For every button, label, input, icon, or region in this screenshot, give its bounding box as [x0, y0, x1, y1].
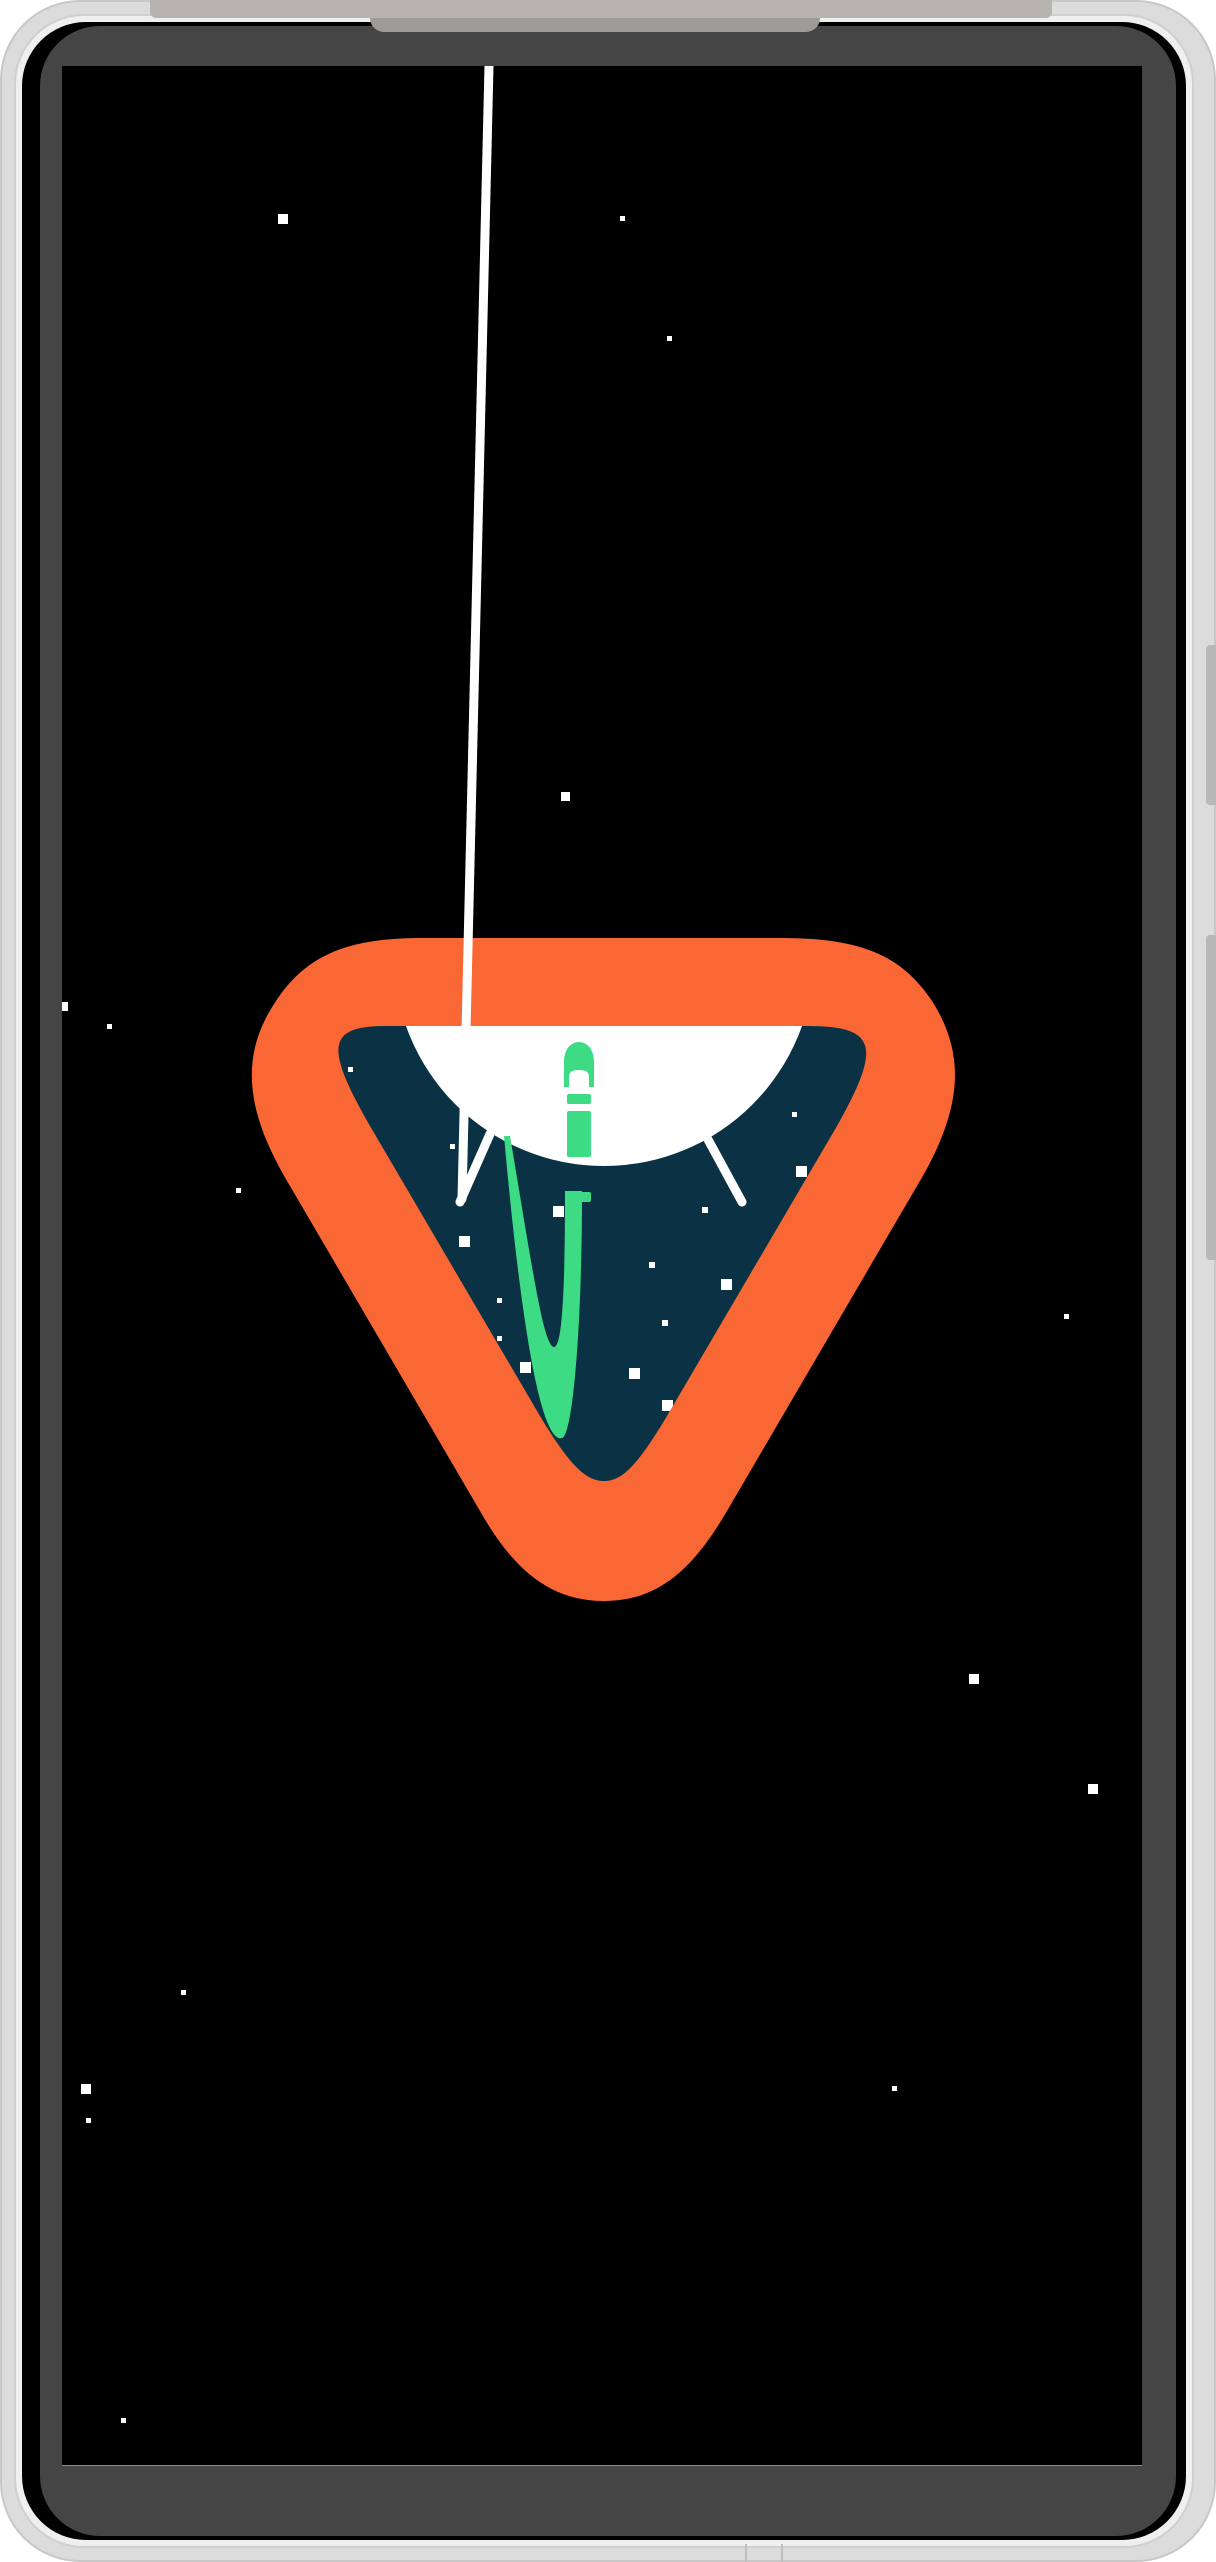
rocket-body [567, 1111, 591, 1157]
power-button [1206, 935, 1216, 1260]
rocket-tail [567, 1192, 591, 1202]
volume-button [1206, 645, 1216, 805]
gesture-area-line [62, 2465, 1142, 2466]
device-seam [781, 2544, 783, 2562]
device-notch [370, 18, 820, 32]
device-seam [745, 2544, 747, 2562]
splash-screen [62, 66, 1142, 2466]
android-studio-rocket-icon [251, 66, 955, 1601]
device-top-bar [150, 0, 1052, 18]
rocket-window [567, 1094, 591, 1104]
